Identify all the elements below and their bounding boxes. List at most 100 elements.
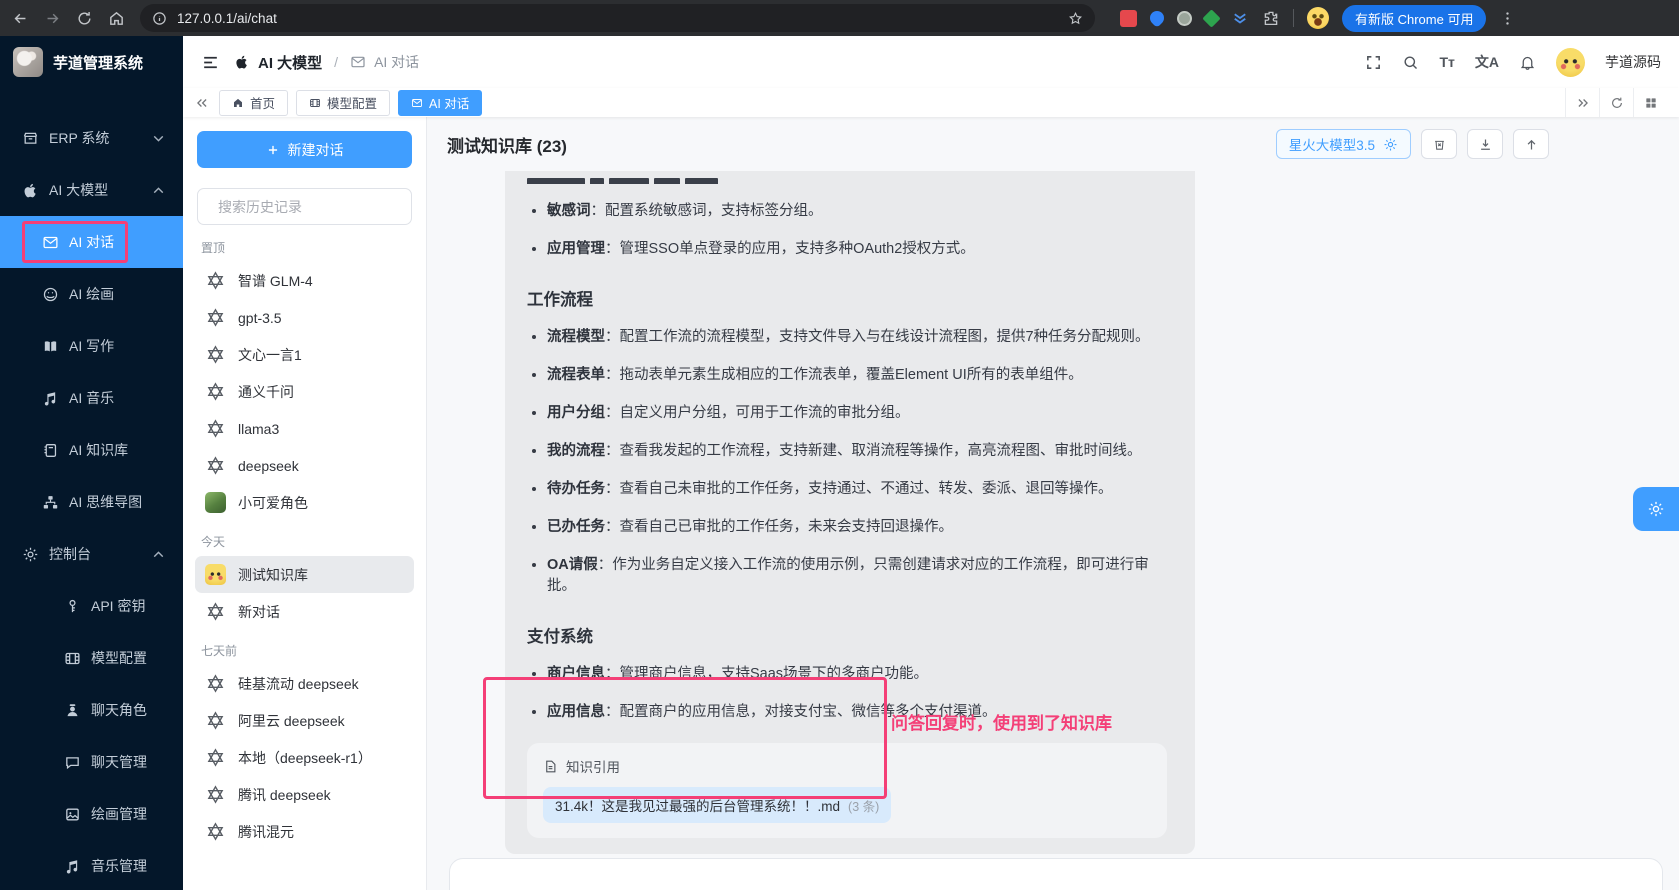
sidebar-item-chat-role[interactable]: 聊天角色 <box>0 684 183 736</box>
conversation-item[interactable]: 腾讯混元 <box>195 813 414 850</box>
mail-icon <box>350 54 366 70</box>
conversation-item[interactable]: 小可爱角色 <box>195 484 414 521</box>
sidebar-item-ai-model[interactable]: AI 大模型 <box>0 164 183 216</box>
conversation-item[interactable]: 文心一言1 <box>195 336 414 373</box>
logo-rabbit-avatar <box>13 47 43 77</box>
tabbar-tools <box>1565 88 1667 117</box>
message-section-heading: 工作流程 <box>527 291 593 310</box>
openai-icon <box>205 821 226 842</box>
write-icon <box>42 338 59 355</box>
collapse-menu-icon[interactable] <box>201 53 220 72</box>
openai-icon <box>205 418 226 439</box>
refresh-page-icon[interactable] <box>1599 88 1633 117</box>
bookmark-star-icon[interactable] <box>1068 11 1083 26</box>
app-logo[interactable]: 芋道管理系统 <box>0 36 183 88</box>
sidebar-item-ai-write[interactable]: AI 写作 <box>0 320 183 372</box>
app-header: AI 大模型 / AI 对话 Tᴛ 文A 芋道源码 <box>183 36 1679 88</box>
extension-circle-icon[interactable] <box>1177 10 1192 26</box>
pikachu-avatar <box>205 564 226 585</box>
history-search-input[interactable] <box>218 198 399 215</box>
bell-icon[interactable] <box>1519 54 1536 71</box>
sidebar-item-ai-mindmap[interactable]: AI 思维导图 <box>0 476 183 528</box>
new-chat-button[interactable]: 新建对话 <box>197 131 412 168</box>
message-input-box[interactable] <box>449 858 1663 890</box>
browser-home-icon[interactable] <box>108 10 125 27</box>
message-bullet: 流程表单：拖动表单元素生成相应的工作流表单，覆盖Element UI所有的表单组… <box>547 365 1173 386</box>
clear-conversation-button[interactable] <box>1421 129 1457 159</box>
tab-ai-chat[interactable]: AI 对话 <box>398 89 483 116</box>
history-search[interactable] <box>197 188 412 225</box>
tab-model-config[interactable]: 模型配置 <box>296 89 391 116</box>
conversation-item[interactable]: 硅基流动 deepseek <box>195 665 414 702</box>
download-button[interactable] <box>1467 129 1503 159</box>
conversation-item[interactable]: deepseek <box>195 447 414 484</box>
message-bullet: 我的流程：查看我发起的工作流程，支持新建、取消流程等操作，高亮流程图、审批时间线… <box>547 441 1173 462</box>
translate-icon[interactable]: 文A <box>1475 52 1499 72</box>
apple-icon <box>234 54 250 70</box>
citation-doc-chip[interactable]: 31.4k！这是我见过最强的后台管理系统！！.md (3 条) <box>543 787 892 824</box>
chat-settings-button[interactable] <box>1633 487 1679 531</box>
breadcrumb-app[interactable]: AI 大模型 <box>258 52 322 73</box>
sidebar-item-music-manage[interactable]: 音乐管理 <box>0 840 183 890</box>
scroll-top-button[interactable] <box>1513 129 1549 159</box>
conversation-item[interactable]: llama3 <box>195 410 414 447</box>
extension-chevrons-icon[interactable] <box>1231 9 1249 27</box>
username[interactable]: 芋道源码 <box>1605 52 1661 72</box>
browser-back-icon[interactable] <box>12 10 29 27</box>
sidebar-item-label: AI 绘画 <box>69 286 115 302</box>
sidebar-item-label: 模型配置 <box>91 650 147 666</box>
font-size-icon[interactable]: Tᴛ <box>1439 54 1454 70</box>
site-info-icon[interactable] <box>152 11 167 26</box>
search-icon[interactable] <box>1402 54 1419 71</box>
conversation-item[interactable]: 腾讯 deepseek <box>195 776 414 813</box>
url-text: 127.0.0.1/ai/chat <box>177 10 277 26</box>
model-selector-button[interactable]: 星火大模型3.5 <box>1275 129 1411 159</box>
extensions-puzzle-icon[interactable] <box>1262 9 1280 27</box>
conversation-item[interactable]: 本地（deepseek-r1） <box>195 739 414 776</box>
fullscreen-icon[interactable] <box>1365 54 1382 71</box>
sidebar-item-erp[interactable]: ERP 系统 <box>0 112 183 164</box>
message-scroll-area[interactable]: 敏感词：配置系统敏感词，支持标签分组。应用管理：管理SSO单点登录的应用，支持多… <box>427 171 1679 890</box>
tabs-scroll-right-icon[interactable] <box>1565 88 1599 117</box>
conversation-item[interactable]: 通义千问 <box>195 373 414 410</box>
sidebar-item-model-config[interactable]: 模型配置 <box>0 632 183 684</box>
sidebar-item-chat-manage[interactable]: 聊天管理 <box>0 736 183 788</box>
tabs-scroll-left-icon[interactable] <box>195 96 209 110</box>
extension-drop-icon[interactable] <box>1147 8 1167 28</box>
conversation-item[interactable]: 阿里云 deepseek <box>195 702 414 739</box>
sidebar-item-ai-music[interactable]: AI 音乐 <box>0 372 183 424</box>
conversation-group-label: 今天 <box>201 535 226 549</box>
conversation-item[interactable]: 测试知识库 <box>195 556 414 593</box>
conversation-item[interactable]: 智谱 GLM-4 <box>195 262 414 299</box>
conversation-item[interactable]: gpt-3.5 <box>195 299 414 336</box>
sidebar-item-draw-manage[interactable]: 绘画管理 <box>0 788 183 840</box>
address-bar[interactable]: 127.0.0.1/ai/chat <box>140 4 1095 32</box>
browser-forward-icon[interactable] <box>44 10 61 27</box>
user-avatar[interactable] <box>1556 47 1585 77</box>
music-icon <box>42 390 59 407</box>
sidebar-item-api-key[interactable]: API 密钥 <box>0 580 183 632</box>
sidebar-item-ai-knowledge[interactable]: AI 知识库 <box>0 424 183 476</box>
toolbar-divider <box>1293 9 1294 27</box>
sidebar-item-label: AI 知识库 <box>69 442 129 458</box>
conversation-item[interactable]: 新对话 <box>195 593 414 630</box>
tab-home[interactable]: 首页 <box>219 89 289 116</box>
extension-star-icon[interactable] <box>1202 8 1221 28</box>
browser-profile-avatar[interactable] <box>1307 7 1329 29</box>
sidebar-item-ai-draw[interactable]: AI 绘画 <box>0 268 183 320</box>
sidebar-item-console[interactable]: 控制台 <box>0 528 183 580</box>
home-icon <box>232 97 244 109</box>
chevron-down-icon <box>150 130 167 147</box>
chat-controls: 星火大模型3.5 <box>1275 129 1549 159</box>
breadcrumb-page[interactable]: AI 对话 <box>374 52 419 72</box>
browser-menu-dots-icon[interactable] <box>1499 10 1516 27</box>
tab-bar: 首页 模型配置 AI 对话 <box>183 88 1679 117</box>
sidebar-item-ai-chat[interactable]: AI 对话 <box>0 216 183 268</box>
browser-reload-icon[interactable] <box>76 10 93 27</box>
chrome-update-button[interactable]: 有新版 Chrome 可用 <box>1342 4 1487 32</box>
message-bullet-list: 流程模型：配置工作流的流程模型，支持文件导入与在线设计流程图，提供7种任务分配规… <box>527 327 1173 597</box>
openai-icon <box>205 307 226 328</box>
extension-adblock-icon[interactable] <box>1120 9 1137 27</box>
layout-grid-icon[interactable] <box>1633 88 1667 117</box>
openai-icon <box>205 673 226 694</box>
